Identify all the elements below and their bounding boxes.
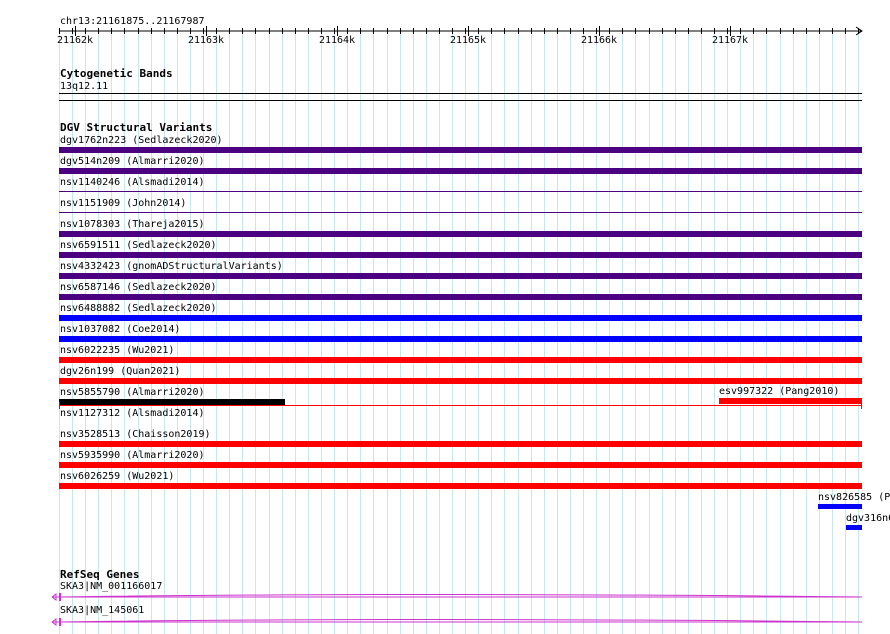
ruler-tick-label: 21164k	[318, 35, 356, 46]
variant-bar-nsv6022235[interactable]	[59, 357, 862, 363]
variant-label-esv997322[interactable]: esv997322 (Pang2010)	[719, 386, 839, 397]
variant-label-nsv6026259[interactable]: nsv6026259 (Wu2021)	[60, 471, 174, 482]
variant-bar-dgv26n199[interactable]	[59, 378, 862, 384]
ruler-tick-label: 21166k	[580, 35, 618, 46]
cytoband-line-top	[59, 93, 862, 94]
variant-label-nsv6587146[interactable]: nsv6587146 (Sedlazeck2020)	[60, 282, 217, 293]
variant-label-dgv1762n223[interactable]: dgv1762n223 (Sedlazeck2020)	[60, 135, 223, 146]
gene-model-nm-145061[interactable]	[0, 616, 890, 628]
ruler-tick-label: 21165k	[449, 35, 487, 46]
ruler-tick-label: 21167k	[711, 35, 749, 46]
variant-bar-nsv6587146[interactable]	[59, 294, 862, 300]
variant-bar-nsv3528513[interactable]	[59, 441, 862, 447]
variant-bar-dgv316[interactable]	[846, 525, 862, 530]
variant-bar-nsv1078303[interactable]	[59, 231, 862, 237]
variant-label-nsv6022235[interactable]: nsv6022235 (Wu2021)	[60, 345, 174, 356]
variant-label-nsv1037082[interactable]: nsv1037082 (Coe2014)	[60, 324, 180, 335]
variant-label-nsv6488882[interactable]: nsv6488882 (Sedlazeck2020)	[60, 303, 217, 314]
variant-bar-nsv1140246[interactable]	[59, 191, 862, 192]
variant-bar-nsv6591511[interactable]	[59, 252, 862, 258]
variant-label-nsv1140246[interactable]: nsv1140246 (Alsmadi2014)	[60, 177, 205, 188]
variant-label-nsv5855790[interactable]: nsv5855790 (Almarri2020)	[60, 387, 205, 398]
ruler-tick-label: 21162k	[56, 35, 94, 46]
variant-label-dgv26n199[interactable]: dgv26n199 (Quan2021)	[60, 366, 180, 377]
variant-label-dgv514n209[interactable]: dgv514n209 (Almarri2020)	[60, 156, 205, 167]
variant-label-nsv1078303[interactable]: nsv1078303 (Thareja2015)	[60, 219, 205, 230]
variant-label-nsv1151909[interactable]: nsv1151909 (John2014)	[60, 198, 186, 209]
variant-label-nsv5935990[interactable]: nsv5935990 (Almarri2020)	[60, 450, 205, 461]
dgv-track-title: DGV Structural Variants	[60, 121, 213, 134]
variant-bar-nsv1151909[interactable]	[59, 212, 862, 213]
variant-bar-nsv6488882[interactable]	[59, 315, 862, 321]
gene-label-nm-145061[interactable]: SKA3|NM_145061	[60, 605, 144, 616]
variant-label-dgv316[interactable]: dgv316n6	[846, 513, 890, 524]
variant-label-nsv3528513[interactable]: nsv3528513 (Chaisson2019)	[60, 429, 211, 440]
variant-span-cap	[59, 402, 60, 409]
variant-label-nsv6591511[interactable]: nsv6591511 (Sedlazeck2020)	[60, 240, 217, 251]
variant-bar-nsv4332423[interactable]	[59, 273, 862, 279]
variant-bar-nsv5935990[interactable]	[59, 462, 862, 468]
variant-bar-dgv1762n223[interactable]	[59, 147, 862, 153]
cytogenetic-bands-title: Cytogenetic Bands	[60, 67, 173, 80]
variant-bar-nsv826585[interactable]	[818, 504, 862, 509]
gene-model-nm-001166017[interactable]	[0, 591, 890, 603]
variant-label-nsv826585[interactable]: nsv826585 (P	[818, 492, 890, 503]
variant-label-nsv4332423[interactable]: nsv4332423 (gnomADStructuralVariants)	[60, 261, 283, 272]
variant-bar-nsv6026259[interactable]	[59, 483, 862, 489]
cytoband-label: 13q12.11	[60, 81, 109, 92]
variant-bar-esv997322[interactable]	[719, 398, 862, 404]
cytoband-line-bottom	[59, 100, 862, 101]
variant-bar-nsv1037082[interactable]	[59, 336, 862, 342]
refseq-track-title: RefSeq Genes	[60, 568, 140, 581]
variant-bar-nsv1127312[interactable]	[59, 402, 862, 409]
variant-bar-dgv514n209[interactable]	[59, 168, 862, 174]
variant-label-nsv1127312[interactable]: nsv1127312 (Alsmadi2014)	[60, 408, 205, 419]
ruler-tick-label: 21163k	[187, 35, 225, 46]
ruler-axis	[59, 26, 863, 36]
